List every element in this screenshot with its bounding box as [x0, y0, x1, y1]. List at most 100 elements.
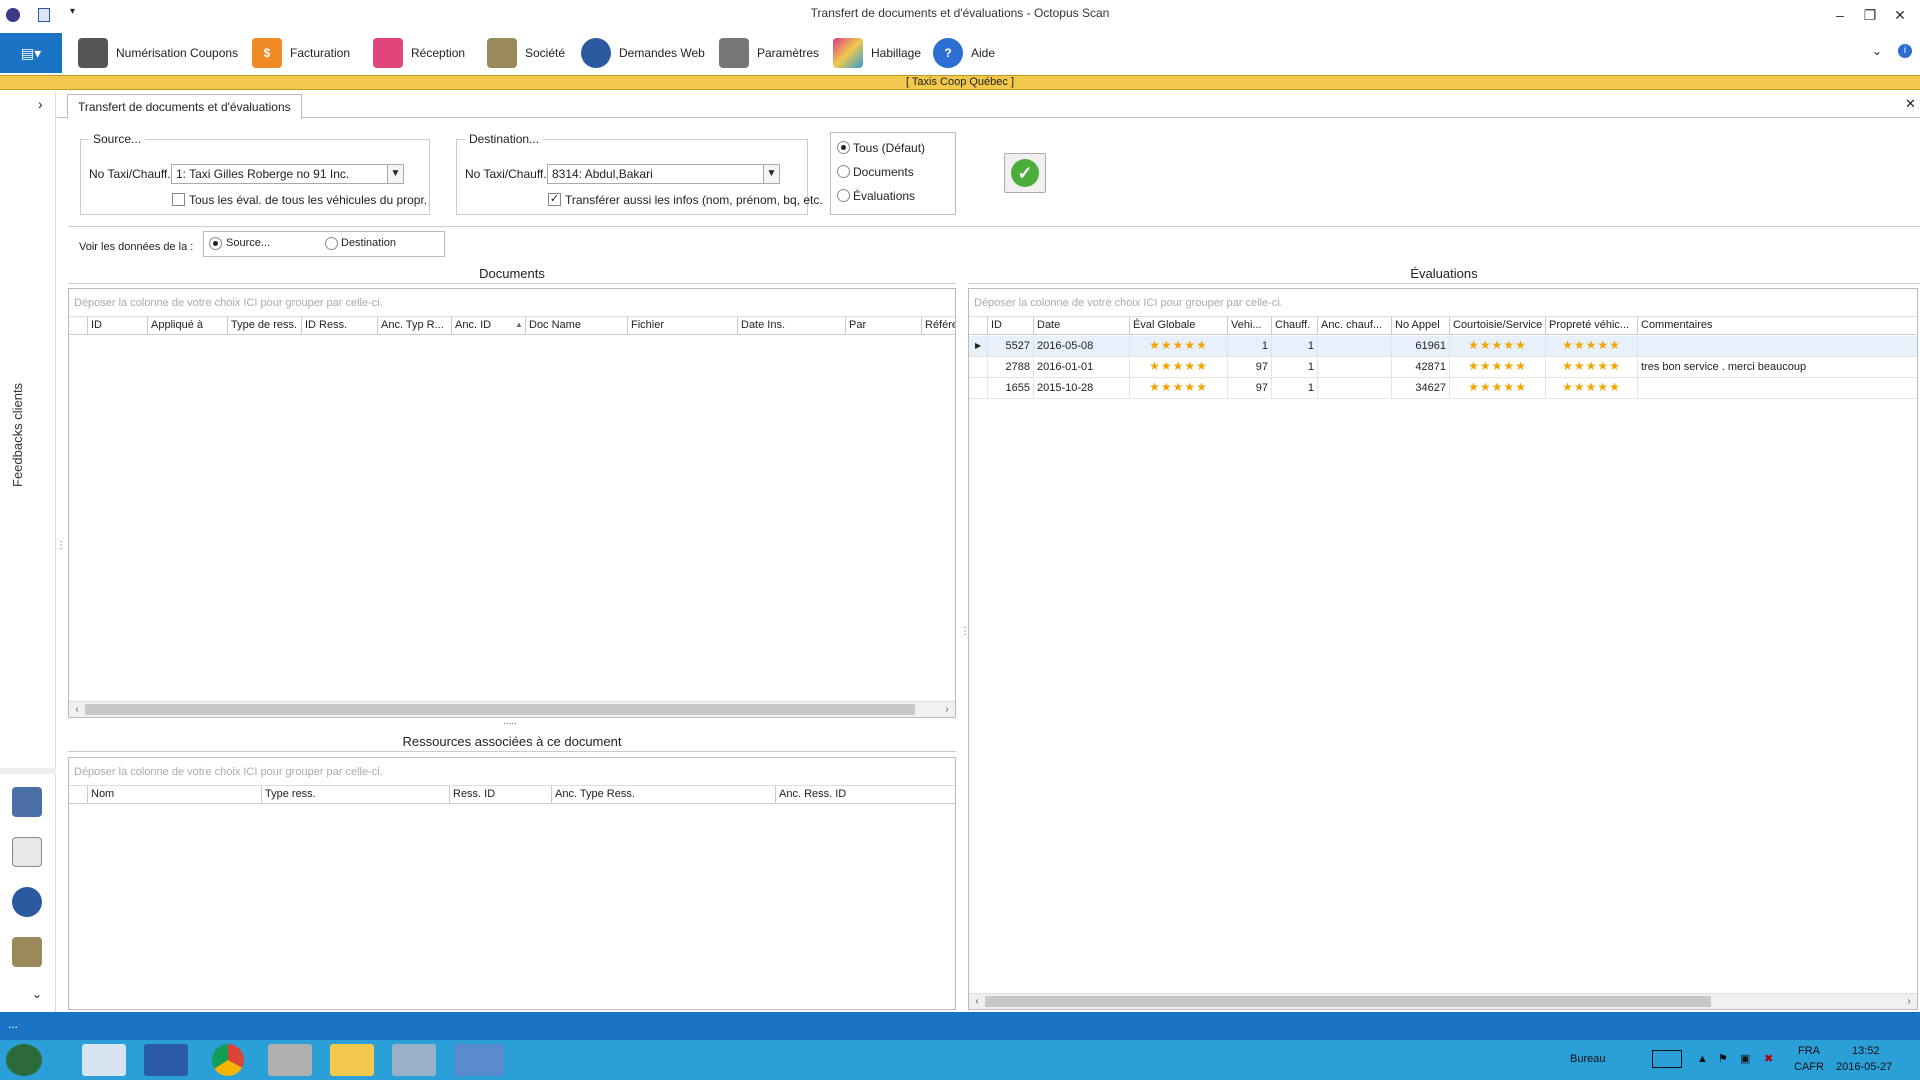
chevron-down-icon[interactable]: ▼ [387, 165, 403, 183]
tab-transfert[interactable]: Transfert de documents et d'évaluations [67, 94, 302, 119]
evaluations-col-header[interactable]: Vehi... [1227, 317, 1271, 335]
resources-col-header[interactable]: Anc. Ress. ID [775, 786, 955, 804]
scroll-down-icon[interactable]: ⌄ [32, 987, 42, 1001]
source-all-vehicles-checkbox[interactable] [172, 193, 185, 206]
tray-expand-icon[interactable]: ▲ [1697, 1053, 1708, 1065]
documents-col-header[interactable]: Doc Name [525, 317, 627, 335]
globe-icon[interactable] [12, 887, 42, 917]
evaluations-col-header[interactable]: No Appel [1391, 317, 1449, 335]
destination-taxi-value: 8314: Abdul,Bakari [552, 167, 653, 181]
menu-parametres[interactable]: Paramètres [719, 35, 819, 71]
view-source-radio[interactable] [209, 237, 222, 250]
documents-col-header[interactable]: Anc. Typ R... [377, 317, 451, 335]
documents-hscrollbar[interactable]: ‹ › [69, 701, 955, 717]
menu-reception[interactable]: Réception [373, 35, 465, 71]
keyboard-icon[interactable] [1652, 1050, 1682, 1068]
eval-call: 34627 [1391, 378, 1449, 399]
scroll-thumb[interactable] [985, 996, 1711, 1007]
evaluation-row[interactable]: 2788 2016-01-01 ★★★★★ 97 1 42871 ★★★★★ ★… [969, 357, 1917, 378]
evaluations-col-header[interactable]: ID [987, 317, 1033, 335]
volume-muted-icon[interactable]: ✖ [1764, 1052, 1773, 1065]
menu-label: Facturation [290, 46, 351, 60]
splitter-handle-icon[interactable]: ⋮ [56, 540, 66, 551]
language-primary[interactable]: FRA [1798, 1045, 1820, 1057]
expand-sidebar-icon[interactable]: › [38, 96, 43, 112]
evaluations-col-header[interactable]: Date [1033, 317, 1129, 335]
evaluations-col-header[interactable]: Courtoisie/Service [1449, 317, 1545, 335]
splitter-handle-icon[interactable]: ..... [503, 716, 517, 727]
chevron-down-icon[interactable]: ▼ [763, 165, 779, 183]
chrome-icon[interactable] [212, 1044, 244, 1076]
resources-col-header[interactable]: Type ress. [261, 786, 449, 804]
documents-col-header[interactable]: ID Ress. [301, 317, 377, 335]
eval-driver: 1 [1271, 336, 1317, 357]
menu-demandes-web[interactable]: Demandes Web [581, 35, 705, 71]
close-tab-icon[interactable]: ✕ [1905, 96, 1916, 112]
resources-col-header[interactable]: Ress. ID [449, 786, 551, 804]
ribbon-collapse-icon[interactable]: ⌄ [1872, 44, 1882, 58]
menu-habillage[interactable]: Habillage [833, 35, 921, 71]
binoculars-icon[interactable] [12, 787, 42, 817]
info-icon[interactable]: i [1898, 44, 1912, 58]
file-explorer-icon[interactable] [330, 1044, 374, 1076]
scroll-right-icon[interactable]: › [939, 702, 955, 717]
documents-col-header[interactable]: Date Ins. [737, 317, 845, 335]
tools-icon[interactable] [268, 1044, 312, 1076]
destination-taxi-select[interactable]: 8314: Abdul,Bakari ▼ [547, 164, 780, 184]
documents-col-header[interactable]: Anc. ID [451, 317, 525, 335]
filter-documents-radio[interactable] [837, 165, 850, 178]
sidebar-feedbacks-label[interactable]: Feedbacks clients [10, 383, 25, 487]
evaluations-col-header[interactable]: Anc. chauf... [1317, 317, 1391, 335]
octopus-scan-icon[interactable] [454, 1044, 504, 1076]
network-icon[interactable] [392, 1044, 436, 1076]
building-icon[interactable] [12, 937, 42, 967]
source-taxi-select[interactable]: 1: Taxi Gilles Roberge no 91 Inc. ▼ [171, 164, 404, 184]
checklist-icon[interactable] [12, 837, 42, 867]
evaluations-hscrollbar[interactable]: ‹ › [969, 993, 1917, 1009]
scroll-thumb[interactable] [85, 704, 915, 715]
eval-call: 61961 [1391, 336, 1449, 357]
evaluations-col-header[interactable]: Commentaires [1637, 317, 1917, 335]
eval-id: 5527 [987, 336, 1033, 357]
evaluations-col-header[interactable]: Propreté véhic... [1545, 317, 1637, 335]
scroll-left-icon[interactable]: ‹ [69, 702, 85, 717]
start-button-icon[interactable] [6, 1044, 42, 1076]
documents-col-header[interactable]: Référe [921, 317, 955, 335]
transfer-confirm-button[interactable]: ✓ [1004, 153, 1046, 193]
menu-facturation[interactable]: $ Facturation [252, 35, 350, 71]
clock-time[interactable]: 13:52 [1852, 1045, 1880, 1057]
documents-col-header[interactable]: Type de ress. [227, 317, 301, 335]
documents-col-header[interactable]: Fichier [627, 317, 737, 335]
app-menu-button[interactable]: ▤▾ [0, 33, 62, 73]
resources-col-header[interactable]: Nom [87, 786, 261, 804]
view-destination-radio[interactable] [325, 237, 338, 250]
powershell-icon[interactable] [144, 1044, 188, 1076]
clock-date[interactable]: 2016-05-27 [1836, 1061, 1892, 1073]
menu-societe[interactable]: Société [487, 35, 565, 71]
filter-evaluations-radio[interactable] [837, 189, 850, 202]
evaluation-row[interactable]: ▶ 5527 2016-05-08 ★★★★★ 1 1 61961 ★★★★★ … [969, 336, 1917, 357]
eval-driver: 1 [1271, 378, 1317, 399]
evaluation-row[interactable]: 1655 2015-10-28 ★★★★★ 97 1 34627 ★★★★★ ★… [969, 378, 1917, 399]
close-window-button[interactable]: ✕ [1885, 4, 1915, 26]
filter-evaluations-label: Évaluations [853, 189, 916, 203]
flag-icon[interactable]: ⚑ [1718, 1052, 1728, 1065]
server-manager-icon[interactable] [82, 1044, 126, 1076]
resources-col-header[interactable]: Anc. Type Ress. [551, 786, 775, 804]
minimize-button[interactable]: – [1825, 4, 1855, 26]
documents-col-header[interactable]: ID [87, 317, 147, 335]
destination-transfer-info-checkbox[interactable]: ✓ [548, 193, 561, 206]
evaluations-col-header[interactable]: Éval Globale [1129, 317, 1227, 335]
evaluations-col-header[interactable]: Chauff. [1271, 317, 1317, 335]
documents-col-header[interactable]: Par [845, 317, 921, 335]
restore-button[interactable]: ❐ [1855, 4, 1885, 26]
menu-numerisation[interactable]: Numérisation Coupons [78, 35, 238, 71]
scroll-left-icon[interactable]: ‹ [969, 994, 985, 1009]
scroll-right-icon[interactable]: › [1901, 994, 1917, 1009]
network-tray-icon[interactable]: ▣ [1740, 1052, 1750, 1065]
filter-all-radio[interactable] [837, 141, 850, 154]
language-secondary[interactable]: CAFR [1794, 1061, 1824, 1073]
desktop-toolbar-label[interactable]: Bureau [1570, 1053, 1605, 1065]
documents-col-header[interactable]: Appliqué à [147, 317, 227, 335]
menu-aide[interactable]: ? Aide [933, 35, 995, 71]
